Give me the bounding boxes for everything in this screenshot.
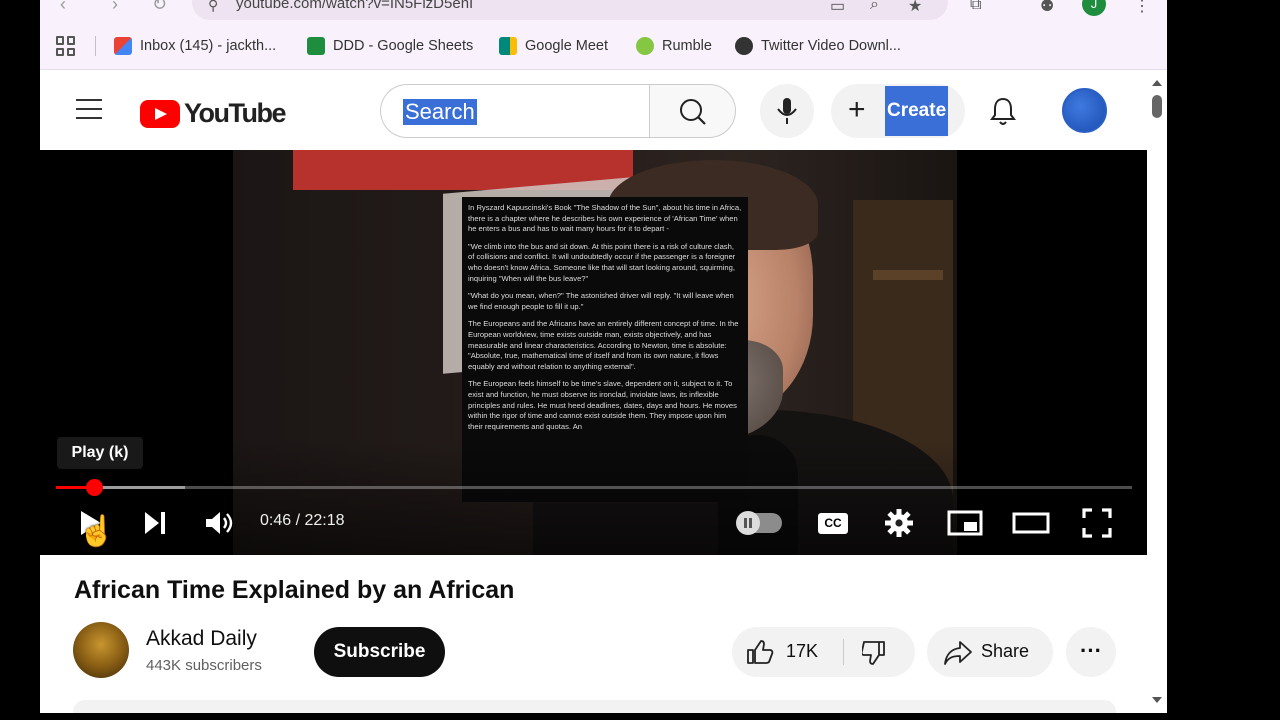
time-display: 0:46 / 22:18 [260,512,345,529]
theater-mode-button[interactable] [1012,507,1050,539]
bookmark-rumble[interactable]: Rumble [636,36,712,56]
globe-icon [735,37,753,55]
thumbs-up-icon [747,640,774,664]
fullscreen-icon [1082,508,1112,538]
background-shelf-board [873,270,943,280]
autoplay-toggle[interactable] [736,507,783,539]
kebab-menu-icon[interactable]: ⋮ [1134,0,1150,16]
scrollbar-down-arrow[interactable] [1152,697,1162,703]
progress-bar[interactable] [56,479,1132,496]
thumbs-down-icon [862,641,885,665]
profile-avatar[interactable]: J [1082,0,1106,16]
zoom-icon[interactable]: ⌕ [870,0,879,14]
search-icon [680,99,706,125]
youtube-header: YouTube Search + Create [40,71,1167,150]
video-player[interactable]: In Ryszard Kapuscinski's Book "The Shado… [40,150,1147,555]
gear-icon [885,509,913,537]
extensions-icon[interactable]: ⧉ [970,0,981,14]
hand-cursor-icon: ☝ [78,515,116,548]
account-avatar[interactable] [1062,88,1107,133]
channel-name[interactable]: Akkad Daily [146,627,257,651]
share-button[interactable]: Share [927,627,1053,677]
pause-icon [736,511,760,535]
like-dislike-group: 17K [732,627,915,677]
voice-search-button[interactable] [760,84,814,138]
progress-scrubber[interactable] [85,479,103,496]
forward-icon[interactable]: › [112,0,118,15]
share-label: Share [981,641,1030,661]
plus-icon: + [848,93,866,126]
settings-button[interactable] [883,507,915,539]
back-icon[interactable]: ‹ [60,0,66,15]
video-title: African Time Explained by an African [74,576,515,604]
create-label: Create [885,86,949,136]
apps-grid-icon[interactable] [56,36,76,56]
description-box[interactable] [73,700,1116,713]
quote-paragraph: The European feels himself to be time's … [468,379,737,431]
subtitles-button[interactable]: CC [816,507,850,539]
logo-wordmark: YouTube [184,98,286,128]
subscriber-count: 443K subscribers [146,657,262,674]
like-button[interactable]: 17K [732,627,843,677]
scrollbar-thumb[interactable] [1152,95,1162,118]
quote-paragraph: "We climb into the bus and sit down. At … [468,241,736,283]
miniplayer-button[interactable] [947,507,983,539]
youtube-play-icon [140,99,180,128]
bookmark-label: Rumble [662,38,712,54]
gmail-icon [114,37,132,55]
browser-toolbar: ‹ › ↻ ⚲ youtube.com/watch?v=IN5FlzD5enI … [40,0,1167,22]
closed-captions-icon: CC [818,512,848,534]
screen: ‹ › ↻ ⚲ youtube.com/watch?v=IN5FlzD5enI … [0,0,1280,720]
quote-paragraph: In Ryszard Kapuscinski's Book "The Shado… [468,203,742,234]
bookmark-sheets[interactable]: DDD - Google Sheets [307,36,473,56]
skip-next-icon [145,512,165,534]
scrollbar-up-arrow[interactable] [1152,80,1162,86]
volume-icon [206,512,233,534]
like-count: 17K [786,641,819,661]
quote-paragraph: "What do you mean, when?" The astonished… [468,291,734,311]
bookmark-meet[interactable]: Google Meet [499,36,608,56]
search-input[interactable]: Search [380,84,650,138]
url-text: youtube.com/watch?v=IN5FlzD5enI [236,0,474,12]
subscribe-button[interactable]: Subscribe [314,627,445,677]
share-arrow-icon [944,641,972,665]
next-button[interactable] [140,507,170,539]
dislike-button[interactable] [844,627,915,677]
meet-icon [499,37,517,55]
bookmark-label: Google Meet [525,38,609,54]
theater-mode-icon [1012,512,1050,534]
browser-window: ‹ › ↻ ⚲ youtube.com/watch?v=IN5FlzD5enI … [40,0,1167,713]
search-input-text: Search [403,99,477,125]
bookmarks-separator [95,36,96,56]
miniplayer-icon [947,510,983,536]
fullscreen-button[interactable] [1080,507,1114,539]
create-button[interactable]: + Create [831,84,965,138]
hamburger-menu-icon[interactable] [76,99,102,121]
account-sync-icon[interactable]: ⚉ [1040,0,1054,16]
microphone-icon [777,98,797,124]
cast-icon[interactable]: ▭ [830,0,845,16]
rumble-icon [636,37,654,55]
more-actions-button[interactable]: ··· [1066,627,1116,677]
notifications-bell-icon[interactable] [988,95,1018,127]
autoplay-switch [736,511,782,535]
bookmark-star-icon[interactable]: ★ [908,0,922,16]
bookmark-twitter-downloader[interactable]: Twitter Video Downl... [735,36,901,56]
bookmark-label: Twitter Video Downl... [761,38,901,54]
play-tooltip: Play (k) [57,437,143,469]
bookmark-label: DDD - Google Sheets [333,38,474,54]
search-button[interactable] [649,84,736,138]
channel-avatar[interactable] [73,622,129,678]
reload-icon[interactable]: ↻ [152,0,167,15]
sheets-icon [307,37,325,55]
bookmark-inbox[interactable]: Inbox (145) - jackth... [114,36,276,56]
quote-paragraph: The Europeans and the Africans have an e… [468,319,739,371]
youtube-logo[interactable]: YouTube [140,98,286,129]
bookmarks-bar: Inbox (145) - jackth... DDD - Google She… [40,22,1167,70]
bookmark-label: Inbox (145) - jackth... [140,38,277,54]
volume-button[interactable] [202,507,236,539]
site-info-icon[interactable]: ⚲ [208,0,218,14]
